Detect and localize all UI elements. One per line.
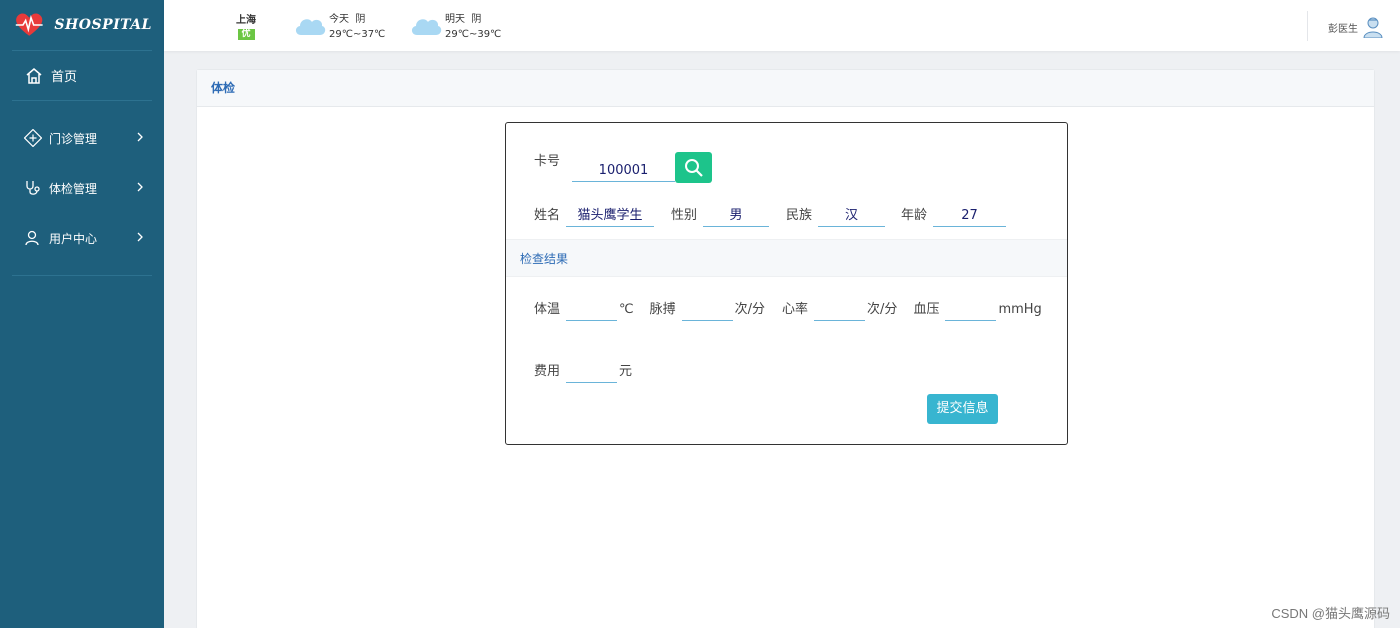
- cloud-icon: [411, 19, 442, 35]
- sidebar: SHOSPITAL 首页 门诊管理 体检管理 用户中心: [0, 0, 164, 628]
- heart-pulse-icon: [15, 13, 43, 36]
- blood-pressure-label: 血压: [913, 302, 940, 317]
- weather-today: 今天 阴 29℃~37℃: [293, 12, 385, 42]
- fee-unit: 元: [619, 364, 633, 379]
- today-temp: 29℃~37℃: [329, 29, 386, 40]
- user-icon: [25, 230, 39, 246]
- vitals-row: 体温 ℃ 脉搏 次/分 心率 次/分 血压 mmHg: [534, 299, 1042, 321]
- topbar-divider: [1307, 11, 1308, 41]
- today-label: 今天: [329, 14, 349, 25]
- nav-home[interactable]: 首页: [12, 51, 152, 101]
- submit-button[interactable]: 提交信息: [927, 394, 998, 424]
- sidebar-item-label: 门诊管理: [49, 131, 98, 146]
- gender-label: 性别: [671, 208, 698, 223]
- weather-tomorrow: 明天 阴 29℃~39℃: [409, 12, 501, 42]
- watermark: CSDN @猫头鹰源码: [1271, 606, 1390, 621]
- panel-title: 体检: [197, 70, 1374, 107]
- user-menu[interactable]: 彭医生: [1328, 16, 1383, 38]
- pulse-label: 脉搏: [649, 302, 676, 317]
- doctor-avatar-icon: [1363, 17, 1383, 38]
- ethnicity-field[interactable]: 汉: [818, 205, 886, 227]
- user-name: 彭医生: [1328, 23, 1358, 35]
- gender-field[interactable]: 男: [703, 205, 770, 227]
- blood-pressure-input[interactable]: [945, 299, 997, 321]
- chevron-right-icon: [137, 182, 143, 192]
- name-label: 姓名: [534, 208, 561, 223]
- heart-rate-input[interactable]: [814, 299, 866, 321]
- blood-pressure-unit: mmHg: [998, 302, 1042, 317]
- exam-panel: 体检 卡号 100001 姓名 猫头鹰学生 性别 男 民族 汉 年龄 27 检查…: [196, 69, 1375, 628]
- card-label: 卡号: [534, 154, 561, 169]
- info-row: 姓名 猫头鹰学生 性别 男 民族 汉 年龄 27: [534, 205, 1007, 227]
- city-name: 上海: [236, 15, 256, 26]
- nav-group: 门诊管理 体检管理 用户中心: [12, 101, 152, 276]
- pulse-unit: 次/分: [734, 302, 766, 317]
- heart-rate-unit: 次/分: [867, 302, 898, 317]
- sidebar-item-label: 体检管理: [49, 181, 98, 196]
- age-label: 年龄: [901, 208, 928, 223]
- logo-text: SHOSPITAL: [54, 17, 152, 33]
- chevron-right-icon: [137, 232, 143, 242]
- cloud-icon: [295, 19, 326, 35]
- stethoscope-icon: [26, 181, 40, 195]
- tomorrow-label: 明天: [445, 14, 465, 25]
- topbar: 上海 优 今天 阴 29℃~37℃ 明天 阴 29℃~39℃ 彭医生: [164, 0, 1400, 51]
- medical-cross-icon: [24, 129, 42, 147]
- home-icon: [26, 67, 42, 84]
- today-condition: 阴: [355, 14, 366, 25]
- nav-home-label: 首页: [51, 70, 78, 85]
- sidebar-item-label: 用户中心: [49, 231, 98, 246]
- tomorrow-condition: 阴: [471, 14, 482, 25]
- age-field[interactable]: 27: [933, 205, 1007, 227]
- fee-input[interactable]: [566, 361, 618, 383]
- card-number-input[interactable]: 100001: [572, 160, 675, 182]
- section-title: 检查结果: [506, 239, 1067, 277]
- fee-row: 费用 元: [534, 361, 632, 383]
- sidebar-item-outpatient[interactable]: 门诊管理: [12, 113, 152, 163]
- aqi-badge: 优: [237, 29, 255, 40]
- weather-city: 上海 优: [235, 11, 257, 40]
- heart-rate-label: 心率: [782, 302, 809, 317]
- sidebar-item-user-center[interactable]: 用户中心: [12, 213, 152, 263]
- tomorrow-temp: 29℃~39℃: [445, 29, 502, 40]
- logo[interactable]: SHOSPITAL: [12, 0, 152, 51]
- temperature-input[interactable]: [566, 299, 618, 321]
- chevron-right-icon: [137, 132, 143, 142]
- search-button[interactable]: [675, 152, 712, 183]
- sidebar-item-exam[interactable]: 体检管理: [12, 163, 152, 213]
- pulse-input[interactable]: [681, 299, 733, 321]
- temp-unit: ℃: [619, 302, 634, 317]
- name-field[interactable]: 猫头鹰学生: [566, 205, 655, 227]
- card-row: 卡号 100001: [534, 152, 712, 183]
- search-icon: [684, 158, 703, 177]
- ethnicity-label: 民族: [786, 208, 813, 223]
- temp-label: 体温: [534, 302, 561, 317]
- fee-label: 费用: [534, 364, 561, 379]
- exam-form: 卡号 100001 姓名 猫头鹰学生 性别 男 民族 汉 年龄 27 检查结果 …: [505, 122, 1068, 445]
